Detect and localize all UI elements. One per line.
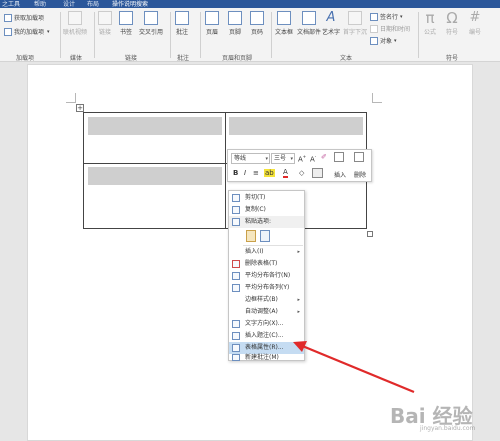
watermark-url: jingyan.baidu.com bbox=[420, 425, 476, 432]
annotation-arrow bbox=[293, 341, 415, 394]
